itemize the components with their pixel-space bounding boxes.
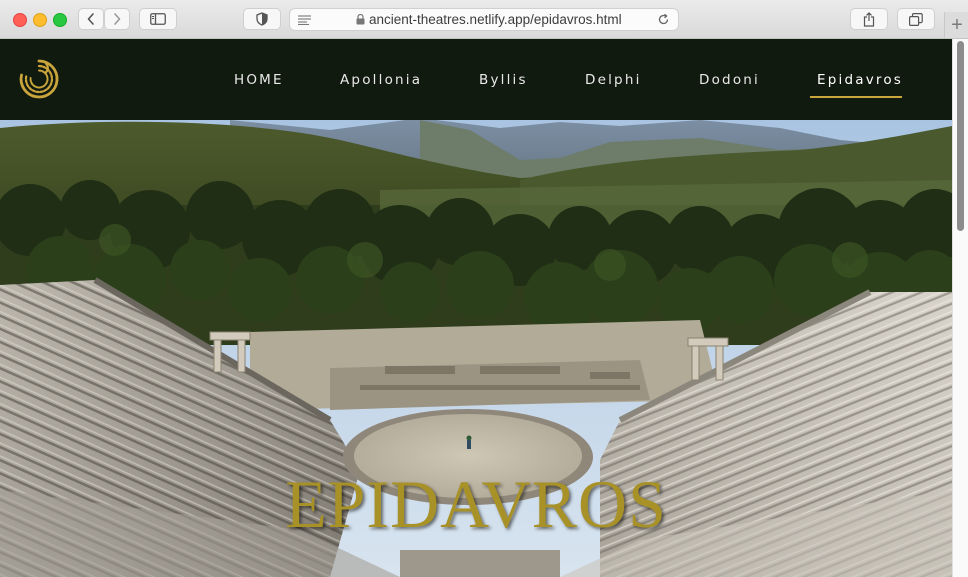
theatre-spiral-logo-icon[interactable]: [18, 58, 60, 105]
back-button[interactable]: [78, 8, 104, 30]
new-tab-button[interactable]: +: [944, 12, 968, 38]
hero-title: EPIDAVROS: [285, 466, 667, 542]
share-button[interactable]: [850, 8, 888, 30]
close-window-button[interactable]: [13, 13, 27, 27]
page-scrollbar[interactable]: [952, 39, 968, 577]
reload-icon[interactable]: [657, 13, 670, 26]
sidebar-toggle-button[interactable]: [139, 8, 177, 30]
nav-dodoni[interactable]: Dodoni: [699, 72, 760, 88]
nav-byllis[interactable]: Byllis: [479, 72, 528, 88]
hero-image: EPIDAVROS: [0, 120, 952, 577]
browser-toolbar: ancient-theatres.netlify.app/epidavros.h…: [0, 0, 968, 39]
scrollbar-thumb[interactable]: [957, 41, 964, 231]
nav-epidavros[interactable]: Epidavros: [817, 72, 903, 88]
nav-apollonia[interactable]: Apollonia: [340, 72, 422, 88]
reader-icon[interactable]: [298, 15, 311, 25]
sidebar-icon: [150, 13, 166, 25]
nav-home[interactable]: HOME: [234, 72, 284, 88]
chevron-right-icon: [114, 13, 121, 25]
page-viewport: HOME Apollonia Byllis Delphi Dodoni Epid…: [0, 39, 952, 577]
address-bar[interactable]: ancient-theatres.netlify.app/epidavros.h…: [289, 8, 679, 31]
active-nav-underline: [810, 96, 902, 98]
fullscreen-window-button[interactable]: [53, 13, 67, 27]
tabs-icon: [909, 12, 923, 26]
tab-overview-button[interactable]: [897, 8, 935, 30]
privacy-report-button[interactable]: [243, 8, 281, 30]
share-icon: [863, 11, 875, 27]
forward-button[interactable]: [104, 8, 130, 30]
url-text: ancient-theatres.netlify.app/epidavros.h…: [369, 12, 622, 27]
nav-delphi[interactable]: Delphi: [585, 72, 642, 88]
chevron-left-icon: [87, 13, 94, 25]
shield-icon: [256, 12, 268, 26]
lock-icon: [356, 14, 365, 25]
minimize-window-button[interactable]: [33, 13, 47, 27]
site-header: HOME Apollonia Byllis Delphi Dodoni Epid…: [0, 39, 952, 120]
